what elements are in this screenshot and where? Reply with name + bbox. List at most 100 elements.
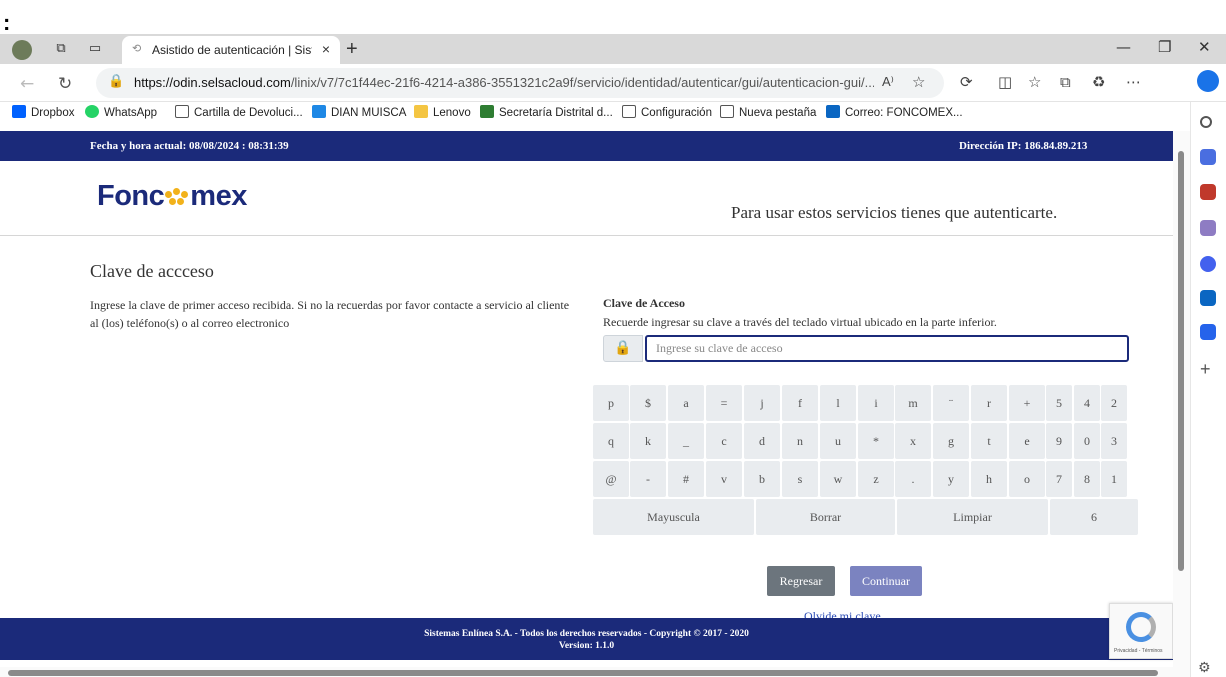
url-text[interactable]: https://odin.selsacloud.com/linix/v7/7c1…: [134, 75, 874, 90]
keyboard-key[interactable]: 3: [1101, 423, 1127, 459]
keyboard-key[interactable]: *: [858, 423, 894, 459]
keyboard-key[interactable]: z: [858, 461, 894, 497]
keyboard-key[interactable]: b: [744, 461, 780, 497]
office-icon[interactable]: [1200, 256, 1216, 272]
keyboard-key[interactable]: w: [820, 461, 856, 497]
keyboard-key[interactable]: 2: [1101, 385, 1127, 421]
scroll-thumb[interactable]: [8, 670, 1158, 676]
send-icon[interactable]: [1200, 324, 1216, 340]
sidebar-app-icon[interactable]: [1200, 149, 1216, 165]
keyboard-key[interactable]: 8: [1074, 461, 1100, 497]
back-icon[interactable]: ←: [20, 74, 34, 94]
keyboard-key[interactable]: c: [706, 423, 742, 459]
close-window-icon[interactable]: ✕: [1198, 38, 1211, 56]
keyboard-key[interactable]: x: [895, 423, 931, 459]
favorites-icon[interactable]: ☆: [1028, 73, 1041, 91]
collections-icon[interactable]: ⧉: [1060, 73, 1071, 91]
keyboard-key-limpiar[interactable]: Limpiar: [897, 499, 1048, 535]
keyboard-key[interactable]: ¨: [933, 385, 969, 421]
keyboard-key[interactable]: t: [971, 423, 1007, 459]
keyboard-key[interactable]: u: [820, 423, 856, 459]
back-button[interactable]: Regresar: [767, 566, 835, 596]
url-bar[interactable]: 🔒 https://odin.selsacloud.com/linix/v7/7…: [96, 68, 944, 98]
games-icon[interactable]: [1200, 220, 1216, 236]
keyboard-key[interactable]: d: [744, 423, 780, 459]
keyboard-key-6[interactable]: 6: [1050, 499, 1138, 535]
password-input[interactable]: [645, 335, 1129, 362]
search-icon[interactable]: [1200, 116, 1212, 128]
keyboard-key[interactable]: v: [706, 461, 742, 497]
new-tab-button[interactable]: +: [346, 38, 358, 61]
keyboard-key[interactable]: .: [895, 461, 931, 497]
logo-text-right: mex: [190, 180, 247, 212]
bookmark-correo[interactable]: Correo: FONCOMEX...: [826, 105, 963, 119]
keyboard-key-borrar[interactable]: Borrar: [756, 499, 895, 535]
keyboard-key[interactable]: 1: [1101, 461, 1127, 497]
keyboard-key[interactable]: f: [782, 385, 818, 421]
keyboard-key[interactable]: 0: [1074, 423, 1100, 459]
refresh-icon[interactable]: ↻: [58, 74, 72, 94]
keyboard-key-mayuscula[interactable]: Mayuscula: [593, 499, 754, 535]
keyboard-key[interactable]: j: [744, 385, 780, 421]
keyboard-key[interactable]: m: [895, 385, 931, 421]
workspaces-icon[interactable]: ⧉: [52, 40, 70, 58]
site-info-icon[interactable]: 🔒: [108, 74, 124, 89]
keyboard-key[interactable]: $: [630, 385, 666, 421]
vertical-scrollbar[interactable]: [1173, 131, 1190, 667]
bookmark-cartilla[interactable]: Cartilla de Devoluci...: [175, 105, 303, 119]
keyboard-key[interactable]: k: [630, 423, 666, 459]
keyboard-key[interactable]: h: [971, 461, 1007, 497]
keyboard-key[interactable]: q: [593, 423, 629, 459]
copilot-icon[interactable]: [1197, 70, 1219, 92]
restore-icon[interactable]: ❐: [1158, 38, 1171, 56]
favorite-star-icon[interactable]: ☆: [912, 73, 925, 91]
continue-button[interactable]: Continuar: [850, 566, 922, 596]
keyboard-key[interactable]: l: [820, 385, 856, 421]
bookmark-dropbox[interactable]: Dropbox: [12, 105, 74, 119]
add-sidebar-icon[interactable]: +: [1200, 360, 1216, 378]
extensions-puzzle-icon[interactable]: ⟳: [960, 73, 973, 91]
keyboard-key[interactable]: a: [668, 385, 704, 421]
keyboard-key[interactable]: e: [1009, 423, 1045, 459]
minimize-icon[interactable]: —: [1116, 38, 1131, 56]
scroll-thumb[interactable]: [1178, 151, 1184, 571]
bookmark-dian[interactable]: DIAN MUISCA: [312, 105, 406, 119]
keyboard-key[interactable]: i: [858, 385, 894, 421]
keyboard-key[interactable]: o: [1009, 461, 1045, 497]
horizontal-scrollbar[interactable]: [0, 667, 1190, 677]
keyboard-key[interactable]: n: [782, 423, 818, 459]
keyboard-key[interactable]: @: [593, 461, 629, 497]
recaptcha-badge[interactable]: Privacidad - Términos: [1109, 603, 1173, 659]
tab-close-icon[interactable]: ×: [322, 41, 330, 57]
keyboard-key[interactable]: s: [782, 461, 818, 497]
bookmark-whatsapp[interactable]: WhatsApp: [85, 105, 157, 119]
keyboard-key[interactable]: p: [593, 385, 629, 421]
keyboard-key[interactable]: y: [933, 461, 969, 497]
keyboard-key[interactable]: 9: [1046, 423, 1072, 459]
keyboard-key[interactable]: g: [933, 423, 969, 459]
keyboard-key[interactable]: 5: [1046, 385, 1072, 421]
keyboard-key[interactable]: =: [706, 385, 742, 421]
bookmark-configuracion[interactable]: Configuración: [622, 105, 712, 119]
sidebar-settings-icon[interactable]: ⚙: [1198, 660, 1211, 676]
keyboard-key[interactable]: -: [630, 461, 666, 497]
read-aloud-icon[interactable]: A⁾: [882, 74, 894, 90]
browser-tab-active[interactable]: ⟲ Asistido de autenticación | Sistem ×: [122, 36, 340, 64]
outlook-icon[interactable]: [1200, 290, 1216, 306]
keyboard-key[interactable]: 4: [1074, 385, 1100, 421]
keyboard-key[interactable]: #: [668, 461, 704, 497]
keyboard-key[interactable]: +: [1009, 385, 1045, 421]
recaptcha-terms[interactable]: Privacidad - Términos: [1114, 648, 1163, 654]
keyboard-key[interactable]: 7: [1046, 461, 1072, 497]
split-screen-icon[interactable]: ◫: [998, 73, 1012, 91]
keyboard-key[interactable]: _: [668, 423, 704, 459]
tab-actions-icon[interactable]: ▭: [86, 40, 104, 58]
bookmark-lenovo[interactable]: Lenovo: [414, 105, 471, 119]
keyboard-key[interactable]: r: [971, 385, 1007, 421]
bookmark-nueva-pestana[interactable]: Nueva pestaña: [720, 105, 816, 119]
tools-icon[interactable]: [1200, 184, 1216, 200]
profile-avatar-icon[interactable]: [12, 40, 32, 60]
bookmark-secretaria[interactable]: Secretaría Distrital d...: [480, 105, 613, 119]
extension-icon[interactable]: ♻: [1092, 73, 1105, 91]
more-menu-icon[interactable]: ⋯: [1126, 73, 1141, 91]
